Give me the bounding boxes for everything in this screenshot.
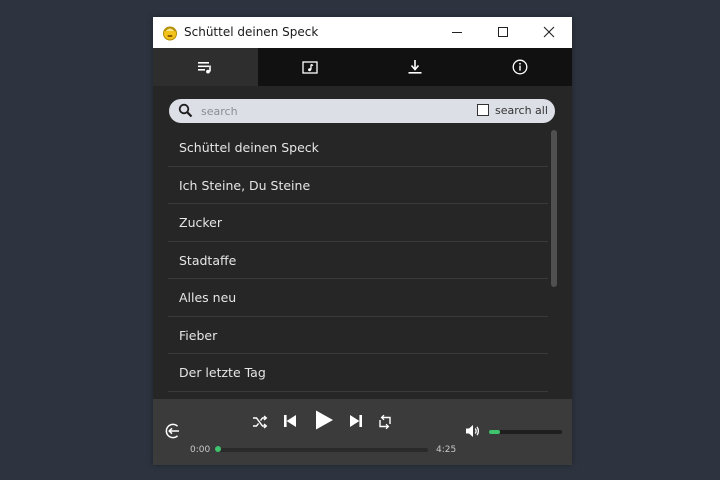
- volume-level: [489, 430, 500, 434]
- minimize-icon: [452, 32, 462, 33]
- tab-library[interactable]: [258, 48, 363, 86]
- search-bar: search all: [169, 99, 555, 123]
- tab-bar: [153, 48, 572, 86]
- search-all-checkbox[interactable]: [477, 104, 489, 116]
- track-title: Zucker: [179, 215, 222, 230]
- progress-handle[interactable]: [215, 446, 221, 452]
- list-item[interactable]: Der letzte Tag: [168, 354, 548, 392]
- maximize-button[interactable]: [480, 17, 526, 48]
- search-input[interactable]: [201, 101, 451, 121]
- close-button[interactable]: [526, 17, 572, 48]
- repeat-icon[interactable]: [377, 414, 393, 430]
- play-icon[interactable]: [313, 409, 335, 431]
- app-window: Schüttel deinen Speck search search all …: [153, 17, 572, 465]
- list-item[interactable]: Schüttel deinen Speck: [168, 129, 548, 167]
- music-folder-icon: [302, 61, 318, 74]
- total-time: 4:25: [436, 445, 457, 455]
- next-track-icon[interactable]: [348, 413, 364, 429]
- progress-slider[interactable]: [216, 448, 428, 452]
- current-time: 0:00: [190, 445, 211, 455]
- track-title: Der letzte Tag: [179, 365, 266, 380]
- tab-playlist[interactable]: [153, 48, 258, 86]
- list-item[interactable]: Fieber: [168, 317, 548, 354]
- search-icon: [178, 103, 193, 118]
- list-item[interactable]: Alles neu: [168, 279, 548, 317]
- title-bar[interactable]: Schüttel deinen Speck: [153, 17, 572, 48]
- search-all-label[interactable]: search all: [495, 104, 548, 117]
- volume-icon[interactable]: [465, 423, 481, 439]
- player-bar: 0:00 4:25: [153, 399, 572, 465]
- track-title: Fieber: [179, 327, 218, 343]
- tab-info[interactable]: [468, 48, 572, 86]
- download-icon: [408, 60, 422, 74]
- track-list: Schüttel deinen Speck Ich Steine, Du Ste…: [168, 129, 548, 397]
- close-icon: [543, 26, 555, 38]
- shuffle-icon[interactable]: [252, 414, 268, 430]
- info-icon: [512, 59, 528, 75]
- list-item[interactable]: Ich Steine, Du Steine: [168, 167, 548, 204]
- list-scrollbar[interactable]: [551, 130, 557, 287]
- playlist-icon: [198, 62, 211, 74]
- maximize-icon: [498, 27, 508, 37]
- track-title: Alles neu: [179, 290, 237, 305]
- window-title: Schüttel deinen Speck: [184, 25, 319, 39]
- previous-track-icon[interactable]: [282, 413, 298, 429]
- minimize-button[interactable]: [434, 17, 480, 48]
- app-logo-icon: [163, 26, 177, 41]
- list-item[interactable]: Stadtaffe: [168, 242, 548, 279]
- track-title: Schüttel deinen Speck: [179, 140, 319, 155]
- list-item[interactable]: Zucker: [168, 204, 548, 242]
- track-title: Ich Steine, Du Steine: [179, 177, 311, 193]
- track-title: Stadtaffe: [179, 252, 237, 268]
- tab-download[interactable]: [363, 48, 468, 86]
- exit-icon[interactable]: [164, 422, 182, 440]
